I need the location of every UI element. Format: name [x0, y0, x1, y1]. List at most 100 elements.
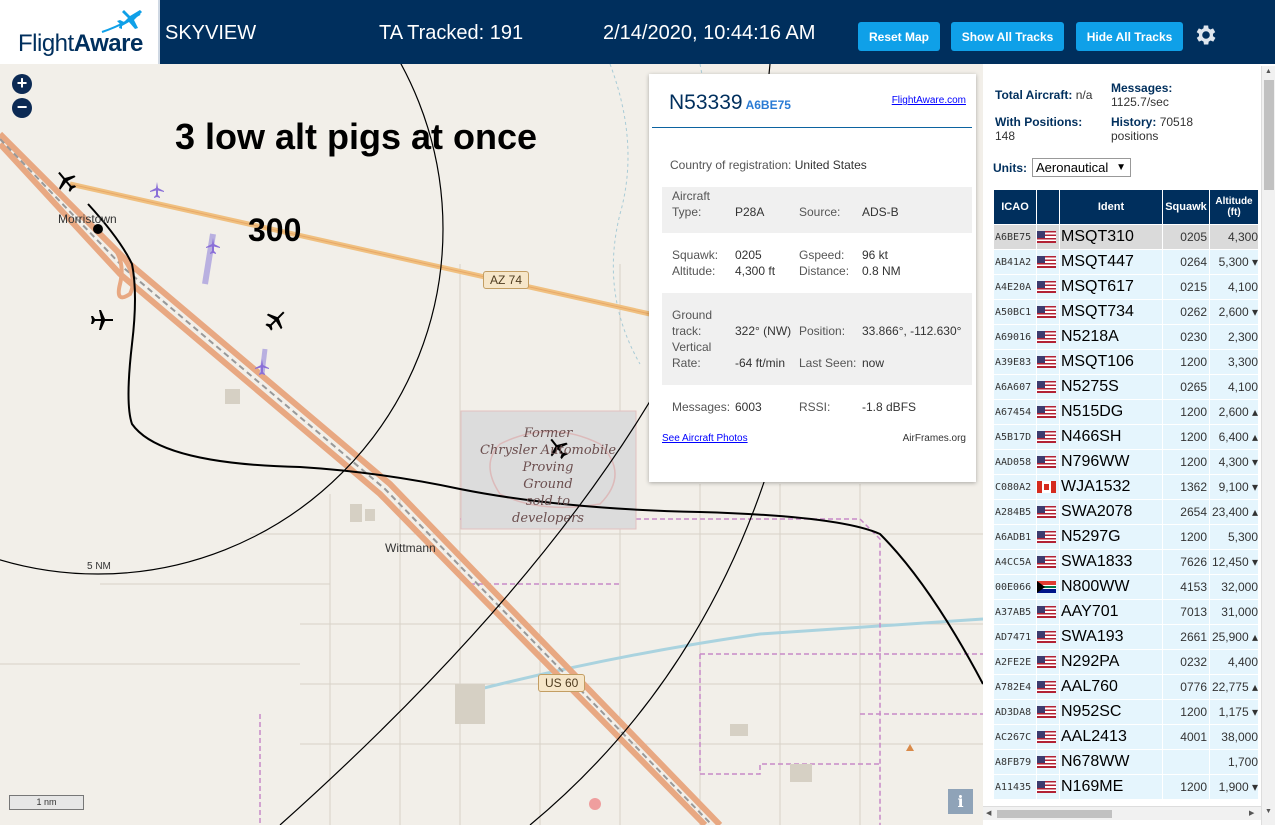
- table-row[interactable]: AD7471 SWA193 2661 25,900 ▴: [994, 625, 1258, 649]
- zoom-in-button[interactable]: +: [12, 74, 32, 94]
- flag-us-icon: [1037, 530, 1056, 543]
- reset-map-button[interactable]: Reset Map: [858, 22, 940, 51]
- table-row[interactable]: A2FE2E N292PA 0232 4,400: [994, 650, 1258, 674]
- show-all-tracks-button[interactable]: Show All Tracks: [951, 22, 1064, 51]
- aircraft-ident: N5275S: [1060, 375, 1162, 399]
- annotation-altitude: 300: [248, 212, 302, 248]
- table-row[interactable]: A284B5 SWA2078 2654 23,400 ▴: [994, 500, 1258, 524]
- aircraft-altitude: 25,900 ▴: [1210, 625, 1258, 649]
- aircraft-ident: N796WW: [1060, 450, 1162, 474]
- aircraft-ident: N952SC: [1060, 700, 1162, 724]
- aircraft-icao: A50BC1: [994, 300, 1036, 324]
- aircraft-marker-icon[interactable]: [53, 169, 79, 193]
- table-row[interactable]: A67454 N515DG 1200 2,600 ▴: [994, 400, 1258, 424]
- aircraft-icao: A39E83: [994, 350, 1036, 374]
- table-row[interactable]: A4E20A MSQT617 0215 4,100: [994, 275, 1258, 299]
- annotation-main: 3 low alt pigs at once: [175, 116, 538, 157]
- flightaware-logo[interactable]: FlightAware: [0, 0, 160, 64]
- units-select[interactable]: Aeronautical ▼: [1032, 158, 1131, 177]
- aircraft-icao: C080A2: [994, 475, 1036, 499]
- scroll-thumb: [1264, 80, 1274, 190]
- sidebar-horizontal-scrollbar[interactable]: ◀ ▶: [983, 806, 1261, 820]
- aircraft-icao: 00E066: [994, 575, 1036, 599]
- country-flag-icon: [1037, 375, 1059, 399]
- aircraft-squawk: 1200: [1163, 775, 1209, 799]
- aircraft-squawk: 2654: [1163, 500, 1209, 524]
- table-row[interactable]: A11435 N169ME 1200 1,900 ▾: [994, 775, 1258, 799]
- col-header-flag[interactable]: [1037, 190, 1059, 224]
- aircraft-altitude: 5,300: [1210, 525, 1258, 549]
- table-row[interactable]: AB41A2 MSQT447 0264 5,300 ▾: [994, 250, 1258, 274]
- hide-all-tracks-button[interactable]: Hide All Tracks: [1076, 22, 1183, 51]
- gear-icon[interactable]: [1193, 22, 1219, 48]
- aircraft-altitude: 4,100: [1210, 275, 1258, 299]
- units-label: Units:: [993, 161, 1027, 175]
- aircraft-ident: N466SH: [1060, 425, 1162, 449]
- zoom-out-button[interactable]: −: [12, 98, 32, 118]
- col-header-altitude[interactable]: Altitude (ft): [1210, 190, 1258, 224]
- table-row[interactable]: A5B17D N466SH 1200 6,400 ▴: [994, 425, 1258, 449]
- table-row[interactable]: AAD058 N796WW 1200 4,300 ▾: [994, 450, 1258, 474]
- col-header-icao[interactable]: ICAO: [994, 190, 1036, 224]
- table-row[interactable]: A782E4 AAL760 0776 22,775 ▴: [994, 675, 1258, 699]
- aircraft-ident: AAL2413: [1060, 725, 1162, 749]
- flag-us-icon: [1037, 655, 1056, 668]
- table-row[interactable]: A8FB79 N678WW 1,700: [994, 750, 1258, 774]
- table-row[interactable]: C080A2 WJA1532 1362 9,100 ▾: [994, 475, 1258, 499]
- col-header-ident[interactable]: Ident: [1060, 190, 1162, 224]
- table-row[interactable]: A39E83 MSQT106 1200 3,300: [994, 350, 1258, 374]
- table-row[interactable]: 00E066 N800WW 4153 32,000: [994, 575, 1258, 599]
- popup-vertical-rate: -64 ft/min: [735, 356, 786, 370]
- aircraft-icao: A5B17D: [994, 425, 1036, 449]
- skyview-app: FlightAware SKYVIEW TA Tracked: 191 2/14…: [0, 0, 1275, 825]
- former-proving-ground-label: Former Chrysler Automobile Proving Groun…: [479, 426, 617, 526]
- aircraft-ident: N292PA: [1060, 650, 1162, 674]
- country-flag-icon: [1037, 500, 1059, 524]
- aircraft-ident: SWA193: [1060, 625, 1162, 649]
- aircraft-squawk: 0776: [1163, 675, 1209, 699]
- airframes-link[interactable]: AirFrames.org: [903, 433, 966, 444]
- aircraft-ident: AAY701: [1060, 600, 1162, 624]
- aircraft-marker-icon[interactable]: [89, 308, 115, 332]
- aircraft-squawk: 0230: [1163, 325, 1209, 349]
- flag-us-icon: [1037, 380, 1056, 393]
- aircraft-altitude: 9,100 ▾: [1210, 475, 1258, 499]
- aircraft-squawk: 0262: [1163, 300, 1209, 324]
- country-flag-icon: [1037, 750, 1059, 774]
- table-row[interactable]: A37AB5 AAY701 7013 31,000: [994, 600, 1258, 624]
- table-row[interactable]: A6ADB1 N5297G 1200 5,300: [994, 525, 1258, 549]
- table-row[interactable]: A50BC1 MSQT734 0262 2,600 ▾: [994, 300, 1258, 324]
- aircraft-squawk: 1200: [1163, 425, 1209, 449]
- info-icon[interactable]: i: [948, 789, 973, 814]
- flightaware-link[interactable]: FlightAware.com: [892, 95, 966, 106]
- messages-stat: Messages: 1125.7/sec: [1111, 81, 1173, 109]
- scroll-right-icon: ▶: [1249, 810, 1255, 817]
- aircraft-squawk: 0232: [1163, 650, 1209, 674]
- table-row[interactable]: AD3DA8 N952SC 1200 1,175 ▾: [994, 700, 1258, 724]
- table-row[interactable]: A4CC5A SWA1833 7626 12,450 ▾: [994, 550, 1258, 574]
- popup-divider: [652, 127, 972, 128]
- aircraft-altitude: 4,400: [1210, 650, 1258, 674]
- popup-registration: N53339 A6BE75: [669, 91, 791, 114]
- aircraft-icao: A6ADB1: [994, 525, 1036, 549]
- table-row[interactable]: AC267C AAL2413 4001 38,000: [994, 725, 1258, 749]
- aircraft-icao: AD7471: [994, 625, 1036, 649]
- popup-country: Country of registration: United States: [670, 158, 867, 172]
- flag-us-icon: [1037, 255, 1056, 268]
- flag-us-icon: [1037, 430, 1056, 443]
- col-header-squawk[interactable]: Squawk: [1163, 190, 1209, 224]
- table-row[interactable]: A6BE75 MSQT310 0205 4,300: [994, 225, 1258, 249]
- aircraft-altitude: 12,450 ▾: [1210, 550, 1258, 574]
- sidebar-vertical-scrollbar[interactable]: ▲ ▼: [1261, 66, 1275, 825]
- aircraft-marker-icon[interactable]: [263, 308, 289, 332]
- popup-block-track: Ground track: 322° (NW) Position: 33.866…: [662, 293, 972, 385]
- aircraft-ident: AAL760: [1060, 675, 1162, 699]
- flag-za-icon: [1037, 580, 1056, 593]
- aircraft-icao: AAD058: [994, 450, 1036, 474]
- table-row[interactable]: A69016 N5218A 0230 2,300: [994, 325, 1258, 349]
- aircraft-altitude: 1,175 ▾: [1210, 700, 1258, 724]
- aircraft-photos-link[interactable]: See Aircraft Photos: [662, 433, 748, 444]
- country-flag-icon: [1037, 400, 1059, 424]
- country-flag-icon: [1037, 250, 1059, 274]
- table-row[interactable]: A6A607 N5275S 0265 4,100: [994, 375, 1258, 399]
